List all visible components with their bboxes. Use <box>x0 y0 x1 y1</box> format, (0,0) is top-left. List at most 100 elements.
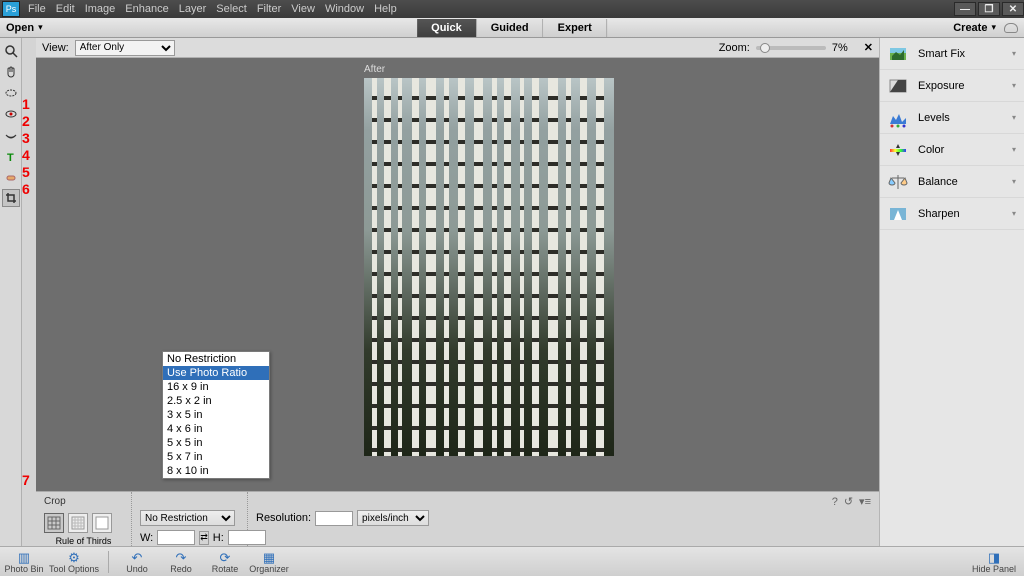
menu-select[interactable]: Select <box>216 3 247 15</box>
cloud-icon[interactable] <box>1004 23 1018 33</box>
preset-4x6[interactable]: 4 x 6 in <box>163 422 269 436</box>
app-logo-icon: Ps <box>2 1 20 17</box>
preset-3x5[interactable]: 3 x 5 in <box>163 408 269 422</box>
title-bar: Ps File Edit Image Enhance Layer Select … <box>0 0 1024 18</box>
tool-options-button[interactable]: ⚙Tool Options <box>48 550 100 574</box>
tool-options-bar: Crop Rule of Thirds No Restriction W: ⇄ … <box>36 491 879 546</box>
width-input[interactable] <box>157 530 195 545</box>
menu-file[interactable]: File <box>28 3 46 15</box>
minimize-button[interactable]: — <box>954 2 976 16</box>
preset-16x9[interactable]: 16 x 9 in <box>163 380 269 394</box>
rotate-button[interactable]: ⟳Rotate <box>205 550 245 574</box>
whiten-tool-icon[interactable] <box>2 126 20 144</box>
annotation-4: 4 <box>22 147 36 164</box>
preset-5x7[interactable]: 5 x 7 in <box>163 450 269 464</box>
annotation-2: 2 <box>22 113 36 130</box>
chevron-down-icon: ▾ <box>1012 49 1016 58</box>
view-label: View: <box>42 42 69 54</box>
rule-of-thirds-label: Rule of Thirds <box>44 536 123 546</box>
resolution-label: Resolution: <box>256 512 311 524</box>
menu-filter[interactable]: Filter <box>257 3 281 15</box>
panel-exposure[interactable]: Exposure▾ <box>880 70 1024 102</box>
overlay-none-icon[interactable] <box>92 513 112 533</box>
undo-button[interactable]: ↶Undo <box>117 550 157 574</box>
chevron-down-icon: ▾ <box>1012 81 1016 90</box>
open-chevron-icon[interactable]: ▾ <box>38 22 43 33</box>
zoom-label: Zoom: <box>719 42 750 54</box>
reset-icon[interactable]: ↺ <box>844 495 853 508</box>
panel-label: Color <box>918 144 944 156</box>
panel-label: Sharpen <box>918 208 960 220</box>
menu-help[interactable]: Help <box>374 3 397 15</box>
overlay-grid-icon[interactable] <box>68 513 88 533</box>
hand-tool-icon[interactable] <box>2 63 20 81</box>
annotation-3: 3 <box>22 130 36 147</box>
swap-wh-icon[interactable]: ⇄ <box>199 531 209 545</box>
panel-color[interactable]: Color▾ <box>880 134 1024 166</box>
zoom-slider-knob[interactable] <box>760 43 770 53</box>
color-icon <box>888 140 908 160</box>
panel-levels[interactable]: Levels▾ <box>880 102 1024 134</box>
mode-guided[interactable]: Guided <box>477 19 544 37</box>
annotation-1: 1 <box>22 96 36 113</box>
undo-icon: ↶ <box>132 550 143 564</box>
chevron-down-icon: ▾ <box>1012 177 1016 186</box>
annotation-5: 5 <box>22 164 36 181</box>
photo-bin-button[interactable]: ▥Photo Bin <box>4 550 44 574</box>
create-chevron-icon[interactable]: ▾ <box>991 22 996 33</box>
mode-quick[interactable]: Quick <box>417 19 477 37</box>
document-image[interactable] <box>364 78 614 456</box>
menu-edit[interactable]: Edit <box>56 3 75 15</box>
options-menu-icon[interactable]: ▾≡ <box>859 495 871 508</box>
bottom-bar: ▥Photo Bin ⚙Tool Options ↶Undo ↷Redo ⟳Ro… <box>0 546 1024 576</box>
maximize-button[interactable]: ❐ <box>978 2 1000 16</box>
menu-image[interactable]: Image <box>85 3 116 15</box>
healing-tool-icon[interactable] <box>2 168 20 186</box>
menu-enhance[interactable]: Enhance <box>125 3 168 15</box>
annotation-6: 6 <box>22 181 36 198</box>
help-icon[interactable]: ? <box>832 496 838 508</box>
resolution-input[interactable] <box>315 511 353 526</box>
redeye-tool-icon[interactable] <box>2 105 20 123</box>
canvas-area: View: After Only Zoom: 7% ✕ After <box>36 38 879 546</box>
preset-no-restriction[interactable]: No Restriction <box>163 352 269 366</box>
chevron-down-icon: ▾ <box>1012 209 1016 218</box>
organizer-icon: ▦ <box>263 550 275 564</box>
close-document-icon[interactable]: ✕ <box>864 41 873 54</box>
zoom-value: 7% <box>832 42 848 54</box>
resolution-unit-select[interactable]: pixels/inch <box>357 510 429 526</box>
menu-layer[interactable]: Layer <box>179 3 207 15</box>
menu-view[interactable]: View <box>291 3 315 15</box>
mode-expert[interactable]: Expert <box>544 19 607 37</box>
grid-overlay-icons <box>44 513 123 533</box>
create-button[interactable]: Create <box>953 22 987 34</box>
panel-smart-fix[interactable]: Smart Fix▾ <box>880 38 1024 70</box>
preset-use-photo-ratio[interactable]: Use Photo Ratio <box>163 366 269 380</box>
text-tool-icon[interactable]: T <box>2 147 20 165</box>
height-label: H: <box>213 532 224 544</box>
redo-icon: ↷ <box>176 550 187 564</box>
menu-window[interactable]: Window <box>325 3 364 15</box>
view-select[interactable]: After Only <box>75 40 175 56</box>
crop-tool-icon[interactable] <box>2 189 20 207</box>
photo-bin-icon: ▥ <box>18 550 30 564</box>
organizer-button[interactable]: ▦Organizer <box>249 550 289 574</box>
rotate-icon: ⟳ <box>220 550 231 564</box>
open-button[interactable]: Open <box>6 22 34 34</box>
preset-25x2[interactable]: 2.5 x 2 in <box>163 394 269 408</box>
zoom-slider[interactable] <box>756 46 826 50</box>
panel-sharpen[interactable]: Sharpen ▾ <box>880 198 1024 230</box>
after-label: After <box>364 64 385 75</box>
preset-5x5[interactable]: 5 x 5 in <box>163 436 269 450</box>
close-button[interactable]: ✕ <box>1002 2 1024 16</box>
redo-button[interactable]: ↷Redo <box>161 550 201 574</box>
adjustments-panel: Smart Fix▾ Exposure▾ Levels▾ Color▾ Bala… <box>879 38 1024 546</box>
panel-balance[interactable]: Balance▾ <box>880 166 1024 198</box>
hide-panel-button[interactable]: ◨Hide Panel <box>968 550 1020 574</box>
crop-preset-select[interactable]: No Restriction <box>140 510 235 526</box>
selection-tool-icon[interactable] <box>2 84 20 102</box>
overlay-thirds-icon[interactable] <box>44 513 64 533</box>
preset-8x10[interactable]: 8 x 10 in <box>163 464 269 478</box>
zoom-tool-icon[interactable] <box>2 42 20 60</box>
options-title: Crop <box>44 496 123 507</box>
